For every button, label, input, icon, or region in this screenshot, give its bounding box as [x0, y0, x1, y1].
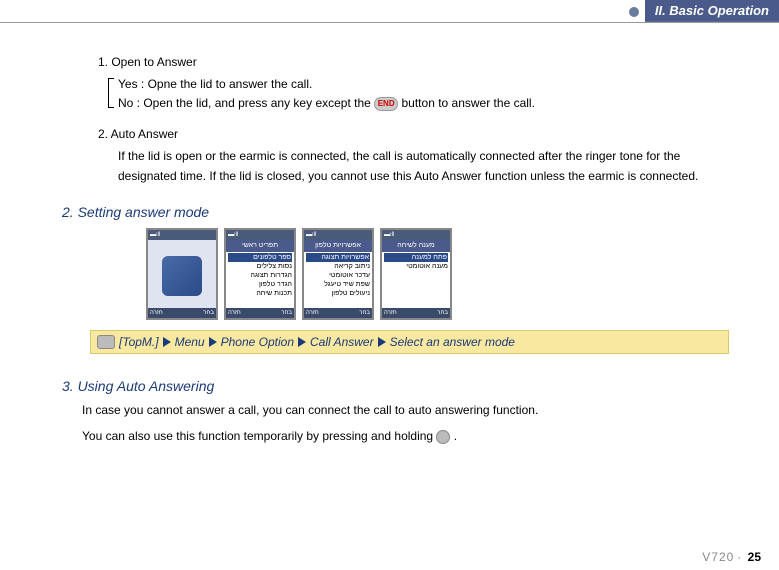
- page-number: 25: [748, 550, 761, 564]
- section-3-line1: In case you cannot answer a call, you ca…: [82, 400, 769, 420]
- list-item: ניעולים טלפון: [306, 289, 370, 298]
- item-1-title: 1. Open to Answer: [98, 55, 769, 69]
- list-item: אפשרויות תצוגה: [306, 253, 370, 262]
- chapter-header: II. Basic Operation: [629, 0, 779, 23]
- list-item: ניתוב קריאה: [306, 262, 370, 271]
- header-divider: [0, 22, 779, 23]
- nav-phone-option: Phone Option: [221, 335, 294, 349]
- item-1-yes: Yes : Opne the lid to answer the call.: [118, 75, 769, 94]
- list-item: פתח למענה: [384, 253, 448, 262]
- chevron-right-icon: [209, 337, 217, 347]
- chapter-title: II. Basic Operation: [645, 0, 779, 23]
- end-button-icon: END: [374, 97, 398, 111]
- softkey-right: חזרה: [306, 308, 319, 318]
- softkey-right: חזרה: [228, 308, 241, 318]
- nav-top: [TopM.]: [119, 335, 159, 349]
- chevron-right-icon: [378, 337, 386, 347]
- navigation-path: [TopM.] Menu Phone Option Call Answer Se…: [90, 330, 729, 354]
- list-item: ספר טלפונים: [228, 253, 292, 262]
- section-3-title: 3. Using Auto Answering: [62, 378, 769, 394]
- list-item: הגדר טלפון: [228, 280, 292, 289]
- list-item: שפת שיד טיעגל: [306, 280, 370, 289]
- phone-screen-3: ▬ıll אפשרויות טלפון אפשרויות תצוגה ניתוב…: [302, 228, 374, 320]
- hold-button-icon: [436, 430, 450, 444]
- phone-3-list: אפשרויות תצוגה ניתוב קריאה עדכר אוטומטי …: [304, 252, 372, 299]
- chevron-right-icon: [298, 337, 306, 347]
- item-2-line1: If the lid is open or the earmic is conn…: [118, 147, 769, 166]
- item-1-no: No : Open the lid, and press any key exc…: [118, 94, 769, 113]
- phone-4-list: פתח למענה מענה אוטומטי: [382, 252, 450, 272]
- section-3-line2b: .: [454, 429, 457, 443]
- section-2-title: 2. Setting answer mode: [62, 204, 769, 220]
- phone-4-header: מענה לשיחה: [382, 240, 450, 252]
- softkey-right: חזרה: [384, 308, 397, 318]
- signal-icon: ▬ıll: [384, 232, 394, 238]
- softkey-left: בחר: [437, 308, 448, 318]
- item-2-title: 2. Auto Answer: [98, 127, 769, 141]
- section-3-line2: You can also use this function temporari…: [82, 426, 769, 446]
- model-label: V720: [702, 550, 734, 564]
- list-item: הגדרות תצוגה: [228, 271, 292, 280]
- phone-screen-1: ▬ıll בחר חזרה: [146, 228, 218, 320]
- list-item: נסות צלילים: [228, 262, 292, 271]
- softkey-right: חזרה: [150, 308, 163, 318]
- item-1-no-a: No : Open the lid, and press any key exc…: [118, 96, 374, 110]
- nav-start-icon: [97, 335, 115, 349]
- page-footer: V720· 25: [702, 550, 761, 564]
- nav-menu: Menu: [175, 335, 205, 349]
- item-2-line2: designated time. If the lid is closed, y…: [118, 167, 769, 186]
- list-item: תכנות שיחה: [228, 289, 292, 298]
- nav-select: Select an answer mode: [390, 335, 515, 349]
- softkey-left: בחר: [281, 308, 292, 318]
- softkey-left: בחר: [203, 308, 214, 318]
- phone-screenshots-row: ▬ıll בחר חזרה ▬ıll תפריט ראשי ספר טלפונים…: [146, 228, 769, 320]
- softkey-left: בחר: [359, 308, 370, 318]
- list-item: עדכר אוטומטי: [306, 271, 370, 280]
- phone-menu-icon: [162, 256, 202, 296]
- bracket-icon: [108, 78, 114, 108]
- phone-2-header: תפריט ראשי: [226, 240, 294, 252]
- nav-call-answer: Call Answer: [310, 335, 374, 349]
- signal-icon: ▬ıll: [306, 232, 316, 238]
- list-item: מענה אוטומטי: [384, 262, 448, 271]
- section-3-line2a: You can also use this function temporari…: [82, 429, 436, 443]
- chevron-right-icon: [163, 337, 171, 347]
- signal-icon: ▬ıll: [150, 232, 160, 238]
- item-1-no-b: button to answer the call.: [402, 96, 535, 110]
- phone-3-header: אפשרויות טלפון: [304, 240, 372, 252]
- phone-screen-2: ▬ıll תפריט ראשי ספר טלפונים נסות צלילים …: [224, 228, 296, 320]
- signal-icon: ▬ıll: [228, 232, 238, 238]
- phone-screen-4: ▬ıll מענה לשיחה פתח למענה מענה אוטומטי ב…: [380, 228, 452, 320]
- phone-2-list: ספר טלפונים נסות צלילים הגדרות תצוגה הגד…: [226, 252, 294, 299]
- header-dot-icon: [629, 7, 639, 17]
